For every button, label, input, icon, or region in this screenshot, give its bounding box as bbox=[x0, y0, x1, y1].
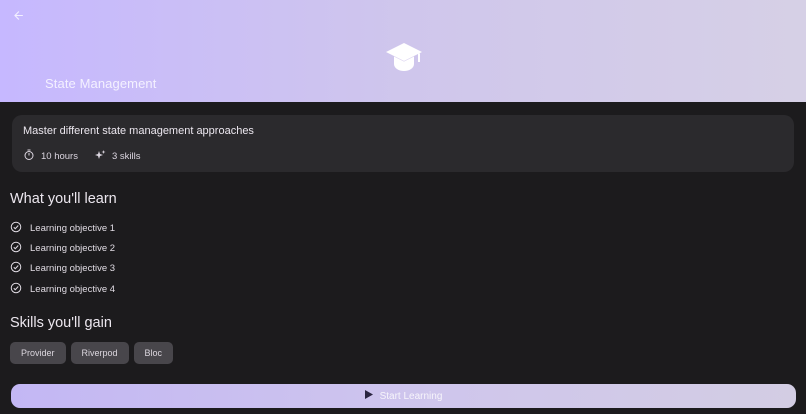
page-title: State Management bbox=[45, 76, 157, 91]
list-item: Learning objective 4 bbox=[10, 279, 115, 299]
skill-chip[interactable]: Riverpod bbox=[70, 342, 129, 364]
learn-section-title: What you'll learn bbox=[10, 191, 117, 207]
skills-chips: Provider Riverpod Bloc bbox=[10, 342, 178, 364]
duration-meta: 10 hours bbox=[23, 149, 78, 164]
skill-chip[interactable]: Provider bbox=[10, 342, 66, 364]
objective-text: Learning objective 1 bbox=[30, 222, 116, 234]
back-button[interactable] bbox=[8, 8, 28, 28]
course-meta: 10 hours 3 skills bbox=[23, 149, 157, 164]
play-icon bbox=[364, 390, 380, 402]
sparkle-icon bbox=[94, 149, 112, 164]
check-circle-icon bbox=[10, 241, 30, 256]
timer-icon bbox=[23, 149, 41, 164]
objective-text: Learning objective 4 bbox=[30, 283, 116, 295]
start-learning-button[interactable]: Start Learning bbox=[11, 384, 796, 408]
skill-chip[interactable]: Bloc bbox=[133, 342, 174, 364]
skills-meta: 3 skills bbox=[94, 149, 141, 164]
course-info-card: Master different state management approa… bbox=[12, 115, 794, 172]
arrow-left-icon bbox=[12, 9, 25, 27]
course-header: State Management bbox=[0, 0, 806, 102]
list-item: Learning objective 1 bbox=[10, 218, 115, 238]
check-circle-icon bbox=[10, 261, 30, 276]
course-description: Master different state management approa… bbox=[23, 125, 254, 137]
list-item: Learning objective 2 bbox=[10, 238, 115, 258]
check-circle-icon bbox=[10, 282, 30, 297]
skills-count-text: 3 skills bbox=[111, 151, 141, 162]
objective-text: Learning objective 3 bbox=[30, 263, 116, 275]
objectives-list: Learning objective 1 Learning objective … bbox=[10, 218, 115, 299]
objective-text: Learning objective 2 bbox=[30, 242, 116, 254]
skills-section-title: Skills you'll gain bbox=[10, 315, 112, 331]
graduation-cap-icon bbox=[384, 40, 424, 74]
start-learning-label: Start Learning bbox=[379, 390, 443, 402]
duration-text: 10 hours bbox=[41, 151, 78, 162]
check-circle-icon bbox=[10, 221, 30, 236]
list-item: Learning objective 3 bbox=[10, 259, 115, 279]
